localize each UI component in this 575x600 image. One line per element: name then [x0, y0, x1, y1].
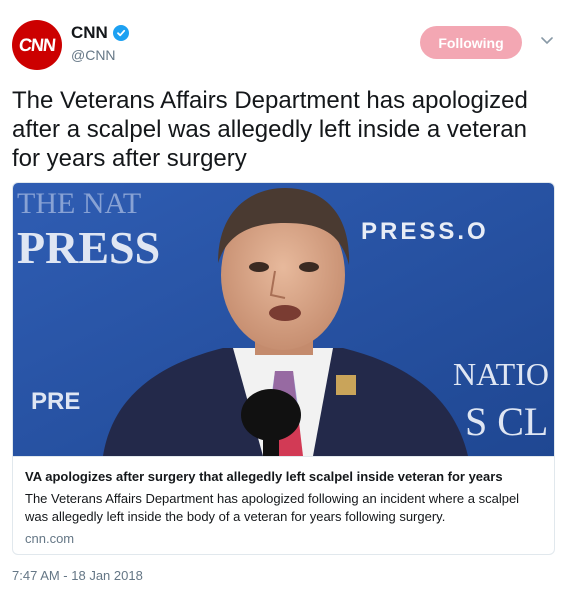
author-name-row: CNN [71, 23, 129, 43]
backdrop-text-pre: PRE [31, 388, 80, 415]
backdrop-text-natio: NATIO [453, 356, 549, 392]
tweet-timestamp[interactable]: 7:47 AM - 18 Jan 2018 [12, 568, 143, 583]
card-body: VA apologizes after surgery that alleged… [13, 456, 554, 554]
card-domain: cnn.com [25, 531, 75, 546]
backdrop-text-s-cl: S CL [465, 399, 548, 444]
verified-badge-icon [112, 25, 129, 41]
display-name[interactable]: CNN [71, 23, 108, 43]
avatar[interactable]: CNN [12, 20, 62, 70]
backdrop-text-press-left: PRESS [17, 222, 160, 273]
author-handle[interactable]: @CNN [71, 47, 116, 63]
card-image: THE NAT PRESS PRESS.O PRE NATIO S CL [13, 183, 554, 456]
chevron-down-icon[interactable] [539, 33, 555, 49]
tweet: CNN CNN @CNN Following The Veterans Affa… [0, 0, 575, 600]
backdrop-text-the-nat: THE NAT [17, 187, 141, 220]
backdrop-text-press-right: PRESS.O [361, 218, 489, 245]
following-button[interactable]: Following [420, 26, 522, 59]
card-title: VA apologizes after surgery that alleged… [25, 469, 503, 484]
cnn-logo: CNN [18, 34, 57, 55]
tweet-text: The Veterans Affairs Department has apol… [12, 87, 528, 172]
link-card[interactable]: THE NAT PRESS PRESS.O PRE NATIO S CL VA [12, 182, 555, 555]
card-description: The Veterans Affairs Department has apol… [25, 491, 520, 524]
